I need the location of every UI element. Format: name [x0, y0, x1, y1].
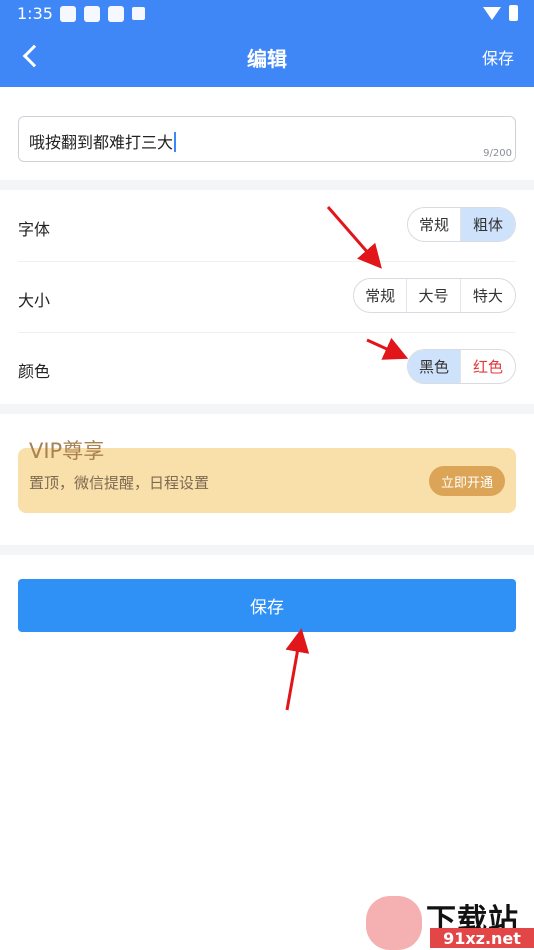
battery-icon [509, 5, 518, 21]
color-option-red[interactable]: 红色 [461, 350, 515, 383]
status-bar: 1:35 [0, 0, 534, 26]
status-time: 1:35 [17, 4, 53, 23]
text-input-section: 哦按翻到都难打三大 9/200 [0, 87, 534, 180]
size-option-xlarge[interactable]: 特大 [461, 279, 515, 312]
style-options-section: 字体 常规 粗体 大小 常规 大号 特大 颜色 黑色 红色 [0, 190, 534, 404]
font-label: 字体 [18, 220, 51, 239]
app-notification-icon [84, 6, 100, 22]
font-option-regular[interactable]: 常规 [408, 208, 462, 241]
app-notification-icon [108, 6, 124, 22]
vip-section: VIP尊享 置顶，微信提醒，日程设置 立即开通 [0, 414, 534, 545]
a-notification-icon [132, 7, 145, 20]
vip-banner[interactable]: VIP尊享 置顶，微信提醒，日程设置 立即开通 [18, 439, 516, 513]
app-notification-icon [60, 6, 76, 22]
header-save-button[interactable]: 保存 [482, 45, 514, 69]
save-section: 保存 [0, 555, 534, 950]
save-button[interactable]: 保存 [18, 579, 516, 632]
nav-bar: 编辑 保存 [0, 26, 534, 87]
color-option-black[interactable]: 黑色 [408, 350, 462, 383]
color-label: 颜色 [18, 362, 51, 381]
vip-subtitle: 置顶，微信提醒，日程设置 [29, 474, 210, 492]
size-row: 大小 常规 大号 特大 [0, 261, 534, 332]
size-option-large[interactable]: 大号 [407, 279, 461, 312]
watermark-logo-icon [366, 896, 422, 950]
font-row: 字体 常规 粗体 [0, 190, 534, 261]
size-option-regular[interactable]: 常规 [354, 279, 408, 312]
font-segmented: 常规 粗体 [407, 207, 516, 242]
color-segmented: 黑色 红色 [407, 349, 516, 384]
vip-title: VIP尊享 [29, 439, 105, 463]
text-input-value: 哦按翻到都难打三大 [29, 133, 174, 152]
vip-activate-button[interactable]: 立即开通 [429, 466, 505, 496]
text-input[interactable]: 哦按翻到都难打三大 9/200 [18, 116, 516, 162]
header-bar: 1:35 编辑 保存 [0, 0, 534, 87]
watermark-url: 91xz.net [430, 928, 534, 948]
notification-icons [60, 6, 145, 22]
watermark: 下载站 91xz.net [360, 896, 534, 950]
size-segmented: 常规 大号 特大 [353, 278, 516, 313]
font-option-bold[interactable]: 粗体 [461, 208, 515, 241]
color-row: 颜色 黑色 红色 [0, 332, 534, 403]
size-label: 大小 [18, 291, 51, 310]
system-icons [483, 5, 518, 21]
wifi-icon [483, 6, 501, 20]
page-title: 编辑 [247, 47, 287, 71]
char-counter: 9/200 [483, 148, 512, 159]
text-caret [174, 132, 177, 152]
